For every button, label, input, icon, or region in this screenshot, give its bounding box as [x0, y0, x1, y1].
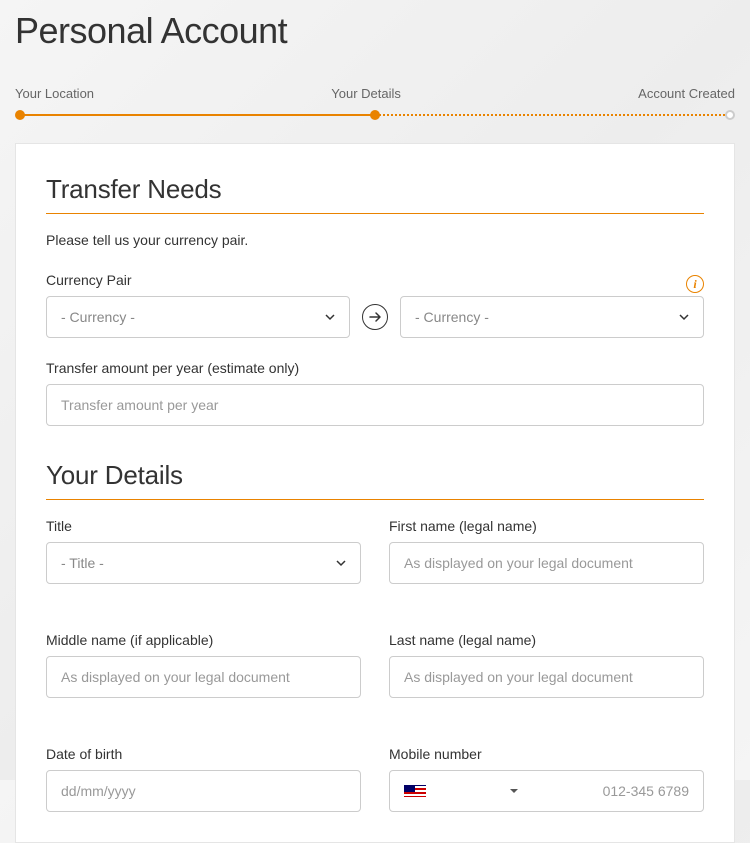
middle-name-placeholder: As displayed on your legal document: [61, 669, 290, 685]
form-card: Transfer Needs Please tell us your curre…: [15, 143, 735, 843]
first-name-label: First name (legal name): [389, 518, 704, 534]
transfer-amount-placeholder: Transfer amount per year: [61, 397, 218, 413]
first-name-input[interactable]: As displayed on your legal document: [389, 542, 704, 584]
chevron-down-icon: [679, 312, 689, 322]
transfer-needs-heading: Transfer Needs: [46, 174, 704, 214]
title-label: Title: [46, 518, 361, 534]
your-details-heading: Your Details: [46, 460, 704, 500]
last-name-placeholder: As displayed on your legal document: [404, 669, 633, 685]
currency-from-value: - Currency -: [61, 309, 135, 325]
title-value: - Title -: [61, 555, 104, 571]
mobile-label: Mobile number: [389, 746, 704, 762]
last-name-input[interactable]: As displayed on your legal document: [389, 656, 704, 698]
page-title: Personal Account: [15, 0, 735, 70]
dob-placeholder: dd/mm/yyyy: [61, 783, 136, 799]
currency-from-select[interactable]: - Currency -: [46, 296, 350, 338]
step-location-label: Your Location: [15, 86, 94, 101]
progress-dot-1: [15, 110, 25, 120]
transfer-amount-label: Transfer amount per year (estimate only): [46, 360, 704, 376]
middle-name-label: Middle name (if applicable): [46, 632, 361, 648]
chevron-down-icon: [325, 312, 335, 322]
currency-to-value: - Currency -: [415, 309, 489, 325]
transfer-amount-input[interactable]: Transfer amount per year: [46, 384, 704, 426]
currency-pair-label: Currency Pair: [46, 272, 132, 288]
currency-to-select[interactable]: - Currency -: [400, 296, 704, 338]
info-icon[interactable]: i: [686, 275, 704, 293]
progress-line-done: [21, 114, 375, 116]
transfer-subtext: Please tell us your currency pair.: [46, 232, 704, 248]
mobile-input[interactable]: 012-345 6789: [389, 770, 704, 812]
step-created-label: Account Created: [638, 86, 735, 101]
chevron-down-icon: [336, 558, 346, 568]
progress-dot-3: [725, 110, 735, 120]
first-name-placeholder: As displayed on your legal document: [404, 555, 633, 571]
dob-input[interactable]: dd/mm/yyyy: [46, 770, 361, 812]
progress-line-pending: [375, 114, 729, 116]
title-select[interactable]: - Title -: [46, 542, 361, 584]
progress-dot-2: [370, 110, 380, 120]
last-name-label: Last name (legal name): [389, 632, 704, 648]
flag-icon: [404, 785, 426, 798]
arrow-right-icon: [362, 304, 388, 330]
mobile-placeholder: 012-345 6789: [603, 783, 689, 799]
dob-label: Date of birth: [46, 746, 361, 762]
progress-stepper: Your Location Your Details Account Creat…: [15, 70, 735, 121]
chevron-down-icon[interactable]: [510, 789, 518, 793]
middle-name-input[interactable]: As displayed on your legal document: [46, 656, 361, 698]
step-details-label: Your Details: [331, 86, 401, 101]
